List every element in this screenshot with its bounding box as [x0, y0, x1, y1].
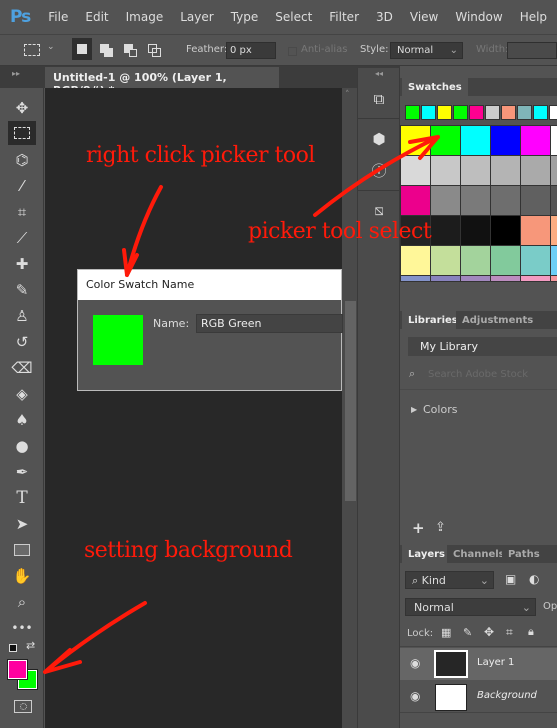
annotation-arrows: [43, 135, 440, 674]
arrow-picker-select: [313, 135, 440, 217]
arrow-right-click: [122, 185, 163, 277]
arrow-setting-background: [43, 601, 147, 674]
